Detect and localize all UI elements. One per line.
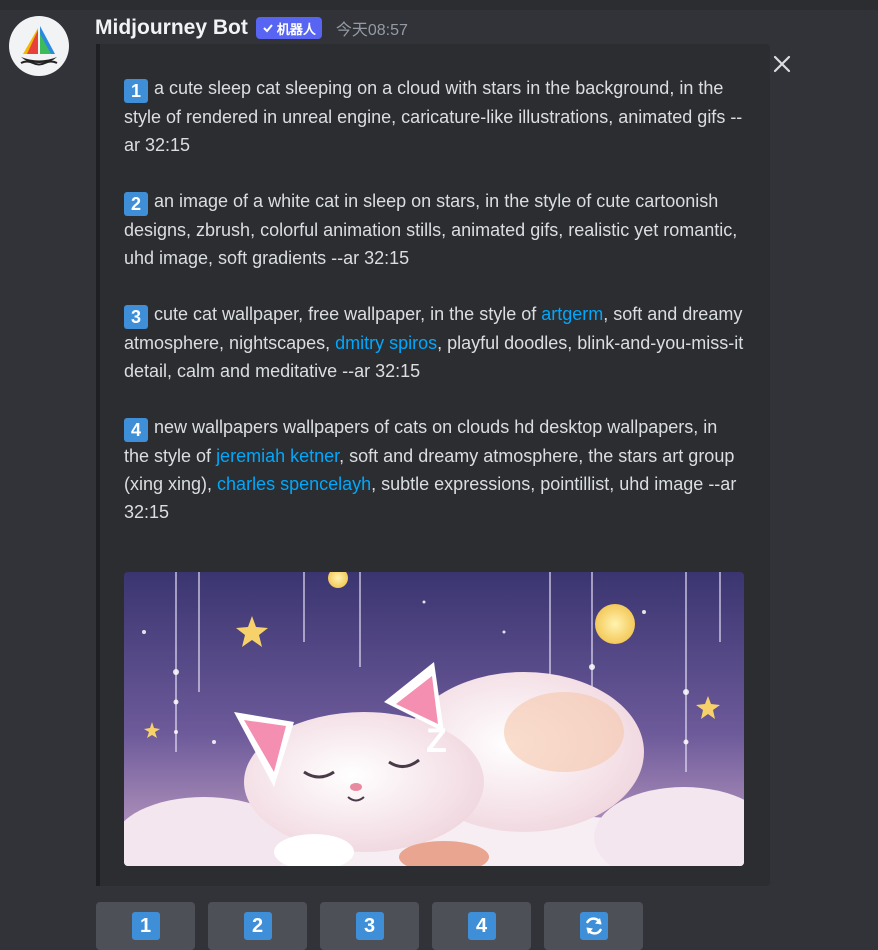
prompt-number-badge: 2	[124, 192, 148, 216]
message-header: Midjourney Bot 机器人 今天08:57	[95, 16, 408, 40]
bot-tag-label: 机器人	[276, 21, 316, 37]
close-icon	[773, 55, 791, 73]
reroll-button[interactable]	[544, 902, 643, 950]
message-embed: 1a cute sleep cat sleeping on a cloud wi…	[96, 44, 770, 886]
prompt-text: a cute sleep cat sleeping on a cloud wit…	[124, 78, 743, 155]
button-label: 2	[243, 912, 272, 940]
prompt-text: an image of a white cat in sleep on star…	[124, 191, 738, 268]
sailboat-logo-icon	[20, 26, 58, 66]
artist-link[interactable]: jeremiah ketner	[216, 446, 339, 466]
select-image-4-button[interactable]: 4	[432, 902, 531, 950]
artist-link[interactable]: dmitry spiros	[335, 333, 437, 353]
prompt-number-badge: 3	[124, 305, 148, 329]
button-label: 4	[467, 912, 496, 940]
select-image-3-button[interactable]: 3	[320, 902, 419, 950]
close-button[interactable]	[768, 50, 796, 78]
sleeping-cat-image: Z	[124, 572, 744, 866]
action-button-row: 1 2 3 4	[96, 902, 643, 950]
refresh-icon	[579, 912, 608, 940]
previous-message-edge	[0, 0, 878, 10]
prompt-item: 2 an image of a white cat in sleep on sta…	[124, 187, 744, 272]
author-name[interactable]: Midjourney Bot	[95, 16, 248, 40]
select-image-1-button[interactable]: 1	[96, 902, 195, 950]
prompt-number-badge: 1	[124, 79, 148, 103]
prompt-item: 3 cute cat wallpaper, free wallpaper, in …	[124, 300, 744, 385]
timestamp: 今天08:57	[335, 22, 408, 39]
avatar[interactable]	[9, 16, 69, 76]
prompt-item: 4 new wallpapers wallpapers of cats on cl…	[124, 413, 744, 526]
prompt-list: 1a cute sleep cat sleeping on a cloud wi…	[124, 74, 744, 554]
prompt-text: cute cat wallpaper, free wallpaper, in t…	[154, 304, 542, 324]
checkmark-icon	[263, 24, 273, 33]
prompt-number-badge: 4	[124, 418, 148, 442]
prompt-item: 1a cute sleep cat sleeping on a cloud wi…	[124, 74, 744, 159]
select-image-2-button[interactable]: 2	[208, 902, 307, 950]
artist-link[interactable]: charles spencelayh	[217, 474, 371, 494]
bot-tag: 机器人	[255, 17, 322, 39]
artist-link[interactable]: artgerm	[541, 304, 603, 324]
button-label: 1	[131, 912, 160, 940]
button-label: 3	[355, 912, 384, 940]
generated-image-grid[interactable]: Z	[124, 572, 744, 866]
svg-text:Z: Z	[426, 722, 447, 760]
